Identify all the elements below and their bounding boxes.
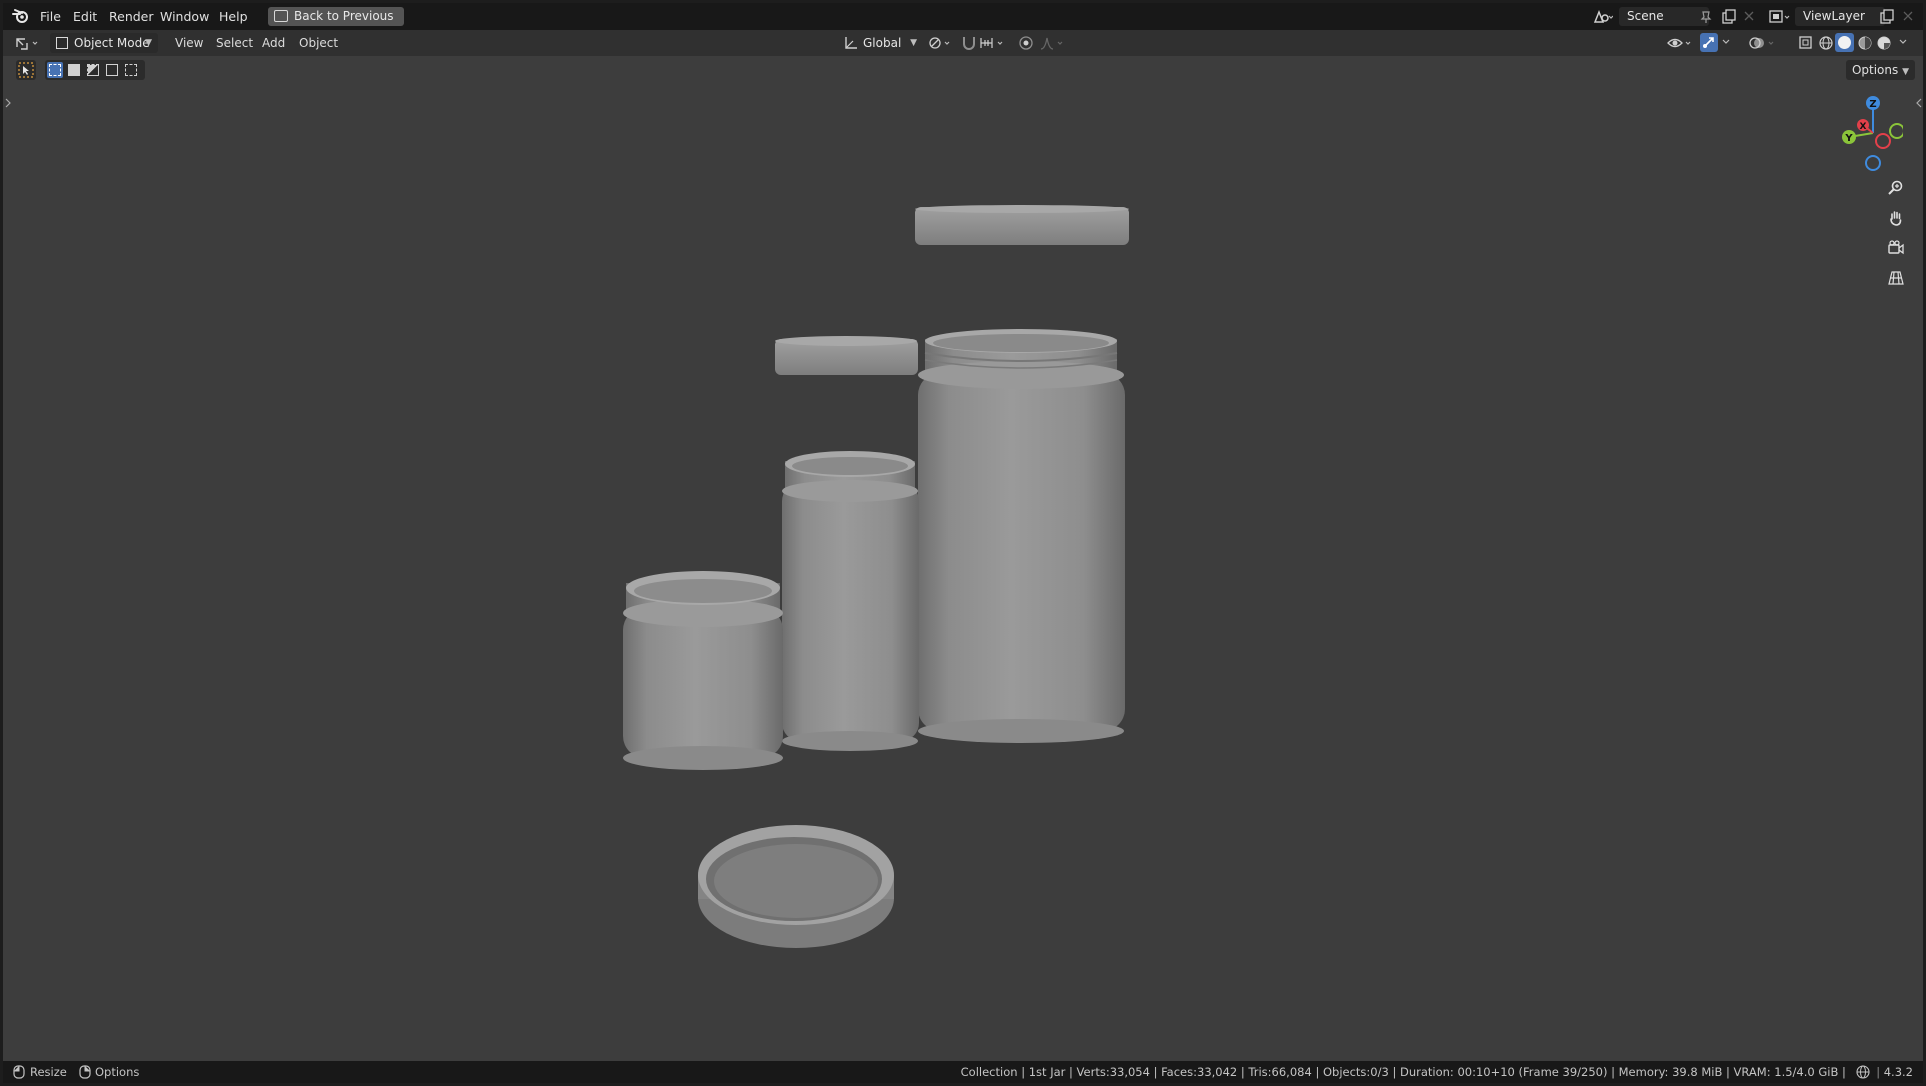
camera-icon	[1888, 240, 1904, 255]
axis-neg-y-handle[interactable]	[1889, 123, 1903, 139]
perspective-toggle-button[interactable]	[1882, 264, 1910, 292]
hand-icon	[1890, 211, 1902, 226]
viewport-canvas[interactable]	[3, 3, 1923, 1083]
small-lid[interactable]	[698, 825, 894, 948]
zoom-icon	[1888, 180, 1903, 195]
axis-x-label: X	[1860, 122, 1867, 132]
axis-y-label: Y	[1844, 133, 1853, 144]
grid-perspective-icon	[1888, 271, 1904, 285]
status-resize-label: Resize	[30, 1065, 67, 1079]
medium-lid[interactable]	[775, 336, 918, 375]
large-jar[interactable]	[918, 329, 1125, 743]
pan-tool-button[interactable]	[1882, 204, 1910, 232]
axis-z-label: Z	[1869, 99, 1876, 110]
axis-neg-z-handle[interactable]	[1865, 155, 1881, 171]
mouse-left-icon	[13, 1065, 25, 1079]
status-bar: Resize Options Collection | 1st Jar | Ve…	[3, 1061, 1923, 1083]
axis-neg-x-handle[interactable]	[1875, 133, 1891, 149]
large-lid[interactable]	[915, 205, 1129, 245]
status-options-label: Options	[95, 1065, 140, 1079]
mouse-right-icon	[79, 1065, 91, 1079]
zoom-tool-button[interactable]	[1882, 174, 1910, 202]
status-info: Collection | 1st Jar | Verts:33,054 | Fa…	[960, 1065, 1913, 1079]
globe-icon	[1855, 1065, 1870, 1079]
navigation-gizmo[interactable]: Z Y X	[1823, 91, 1903, 171]
medium-jar[interactable]	[782, 451, 919, 751]
small-jar[interactable]	[623, 571, 783, 770]
camera-view-button[interactable]	[1882, 234, 1910, 262]
blender-window: File Edit Render Window Help Back to Pre…	[3, 3, 1923, 1083]
scene-statistics: Collection | 1st Jar | Verts:33,054 | Fa…	[960, 1065, 1846, 1079]
blender-version: 4.3.2	[1883, 1065, 1913, 1079]
